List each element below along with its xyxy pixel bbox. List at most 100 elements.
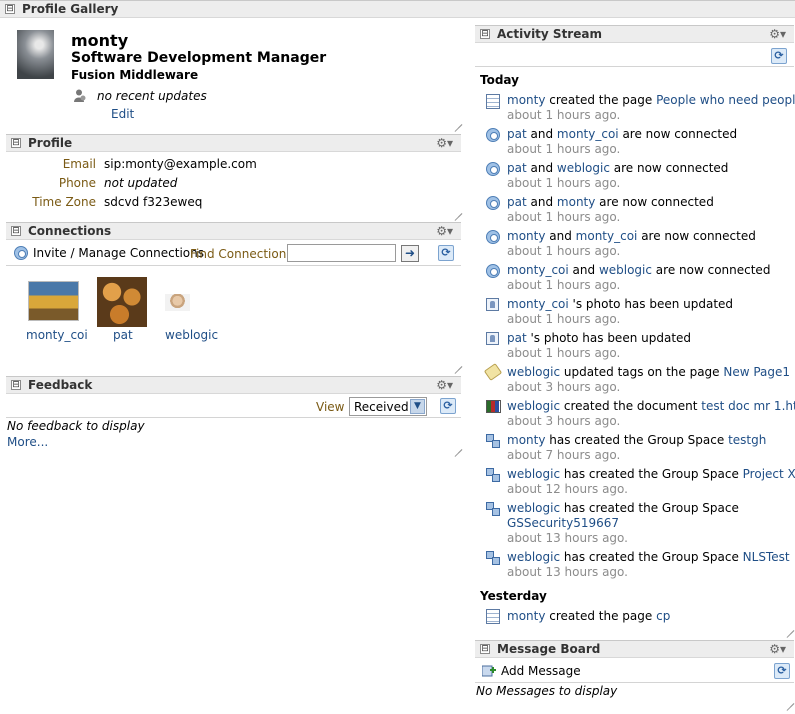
gear-icon[interactable]: ⚙▾ — [769, 642, 786, 656]
activity-text: are now connected — [618, 127, 738, 141]
resize-handle[interactable] — [784, 621, 794, 631]
activity-target-link[interactable]: weblogic — [557, 161, 610, 175]
connection-name[interactable]: monty_coi — [26, 328, 88, 342]
profile-gallery-header: ⊟ Profile Gallery — [0, 0, 795, 18]
collapse-icon[interactable]: ⊟ — [11, 138, 21, 148]
activity-timestamp: about 1 hours ago. — [507, 176, 621, 190]
activity-target-link[interactable]: weblogic — [599, 263, 652, 277]
connection-photo-weblogic[interactable] — [165, 294, 190, 311]
gear-icon[interactable]: ⚙▾ — [436, 136, 453, 150]
activity-target-link[interactable]: New Page1 — [723, 365, 790, 379]
activity-actor-link[interactable]: pat — [507, 195, 527, 209]
activity-timestamp: about 13 hours ago. — [507, 565, 628, 579]
activity-text: created the page — [545, 93, 657, 107]
go-arrow-button[interactable]: ➜ — [401, 245, 419, 262]
activity-target-link[interactable]: NLSTest — [743, 550, 790, 564]
activity-target-link[interactable]: monty — [557, 195, 595, 209]
activity-title: Activity Stream — [497, 27, 602, 41]
connection-icon — [486, 128, 500, 142]
activity-target-link[interactable]: cp — [656, 609, 670, 623]
activity-target-link[interactable]: testgh — [728, 433, 766, 447]
connection-photo-monty-coi[interactable] — [28, 281, 79, 321]
activity-target-link[interactable]: Project X — [743, 467, 795, 481]
activity-actor-link[interactable]: weblogic — [507, 550, 560, 564]
edit-link[interactable]: Edit — [111, 107, 134, 121]
gear-icon[interactable]: ⚙▾ — [769, 27, 786, 41]
activity-target-link[interactable]: GSSecurity519667 — [507, 516, 619, 530]
activity-actor-link[interactable]: monty_coi — [507, 263, 569, 277]
resize-handle[interactable] — [452, 204, 462, 214]
collapse-icon[interactable]: ⊟ — [5, 4, 15, 14]
activity-text: and — [526, 195, 557, 209]
resize-handle[interactable] — [452, 440, 462, 450]
activity-timestamp: about 1 hours ago. — [507, 312, 621, 326]
collapse-icon[interactable]: ⊟ — [480, 29, 490, 39]
connection-photo-pat[interactable] — [97, 277, 147, 327]
refresh-icon[interactable]: ⟳ — [440, 398, 456, 414]
activity-actor-link[interactable]: monty — [507, 609, 545, 623]
activity-target-link[interactable]: test doc mr 1.htm — [701, 399, 795, 413]
timezone-label: Time Zone — [32, 195, 96, 209]
activity-actor-link[interactable]: monty — [507, 229, 545, 243]
refresh-icon[interactable]: ⟳ — [438, 245, 454, 261]
gear-icon[interactable]: ⚙▾ — [436, 224, 453, 238]
refresh-icon[interactable]: ⟳ — [774, 663, 790, 679]
tag-icon — [483, 363, 503, 381]
activity-text: updated tags on the page — [560, 365, 724, 379]
activity-stream-header: ⊟ Activity Stream ⚙▾ — [475, 25, 794, 43]
activity-actor-link[interactable]: weblogic — [507, 399, 560, 413]
view-select[interactable]: Received ▼ — [349, 397, 427, 416]
activity-timestamp: about 13 hours ago. — [507, 531, 628, 545]
activity-actor-link[interactable]: pat — [507, 331, 527, 345]
activity-actor-link[interactable]: monty_coi — [507, 297, 569, 311]
collapse-icon[interactable]: ⊟ — [480, 644, 490, 654]
activity-target-link[interactable]: monty_coi — [576, 229, 638, 243]
activity-timestamp: about 1 hours ago. — [507, 346, 621, 360]
add-message-button[interactable]: Add Message — [501, 664, 581, 678]
activity-actor-link[interactable]: weblogic — [507, 501, 560, 515]
collapse-icon[interactable]: ⊟ — [11, 226, 21, 236]
activity-timestamp: about 1 hours ago. — [507, 278, 621, 292]
gear-icon[interactable]: ⚙▾ — [436, 378, 453, 392]
group-space-icon — [486, 502, 500, 516]
activity-actor-link[interactable]: pat — [507, 161, 527, 175]
status-person-icon — [73, 89, 86, 102]
activity-actor-link[interactable]: pat — [507, 127, 527, 141]
connections-panel-header: ⊟ Connections ⚙▾ — [6, 222, 461, 240]
page-icon — [486, 609, 500, 624]
activity-item: pat and weblogic are now connected — [507, 161, 728, 175]
activity-item: weblogic updated tags on the page New Pa… — [507, 365, 795, 379]
activity-target-link[interactable]: monty_coi — [557, 127, 619, 141]
resize-handle[interactable] — [452, 115, 462, 125]
activity-timestamp: about 1 hours ago. — [507, 108, 621, 122]
activity-item: weblogic has created the Group Space NLS… — [507, 550, 790, 564]
email-value: sip:monty@example.com — [104, 157, 257, 171]
resize-handle[interactable] — [784, 694, 794, 704]
connections-title: Connections — [28, 224, 112, 238]
phone-label: Phone — [58, 176, 96, 190]
feedback-empty-text: No feedback to display — [7, 419, 145, 433]
activity-actor-link[interactable]: weblogic — [507, 467, 560, 481]
divider — [6, 265, 461, 266]
activity-target-link[interactable]: People who need people — [656, 93, 795, 107]
photo-icon — [486, 298, 499, 311]
view-select-value: Received — [354, 400, 409, 414]
activity-actor-link[interactable]: monty — [507, 93, 545, 107]
invite-manage-connections-link[interactable]: Invite / Manage Connections — [33, 246, 204, 260]
activity-item: pat and monty_coi are now connected — [507, 127, 737, 141]
activity-actor-link[interactable]: weblogic — [507, 365, 560, 379]
activity-text: and — [545, 229, 576, 243]
connection-name[interactable]: weblogic — [165, 328, 218, 342]
activity-actor-link[interactable]: monty — [507, 433, 545, 447]
refresh-icon[interactable]: ⟳ — [771, 48, 787, 64]
find-connection-input[interactable] — [287, 244, 396, 262]
collapse-icon[interactable]: ⊟ — [11, 380, 21, 390]
resize-handle[interactable] — [452, 357, 462, 367]
activity-text: are now connected — [637, 229, 756, 243]
email-label: Email — [62, 157, 96, 171]
chevron-down-icon[interactable]: ▼ — [410, 399, 425, 414]
activity-item: pat and monty are now connected — [507, 195, 714, 209]
activity-item: pat 's photo has been updated — [507, 331, 691, 345]
feedback-more-link[interactable]: More... — [7, 435, 48, 449]
connection-name[interactable]: pat — [113, 328, 133, 342]
